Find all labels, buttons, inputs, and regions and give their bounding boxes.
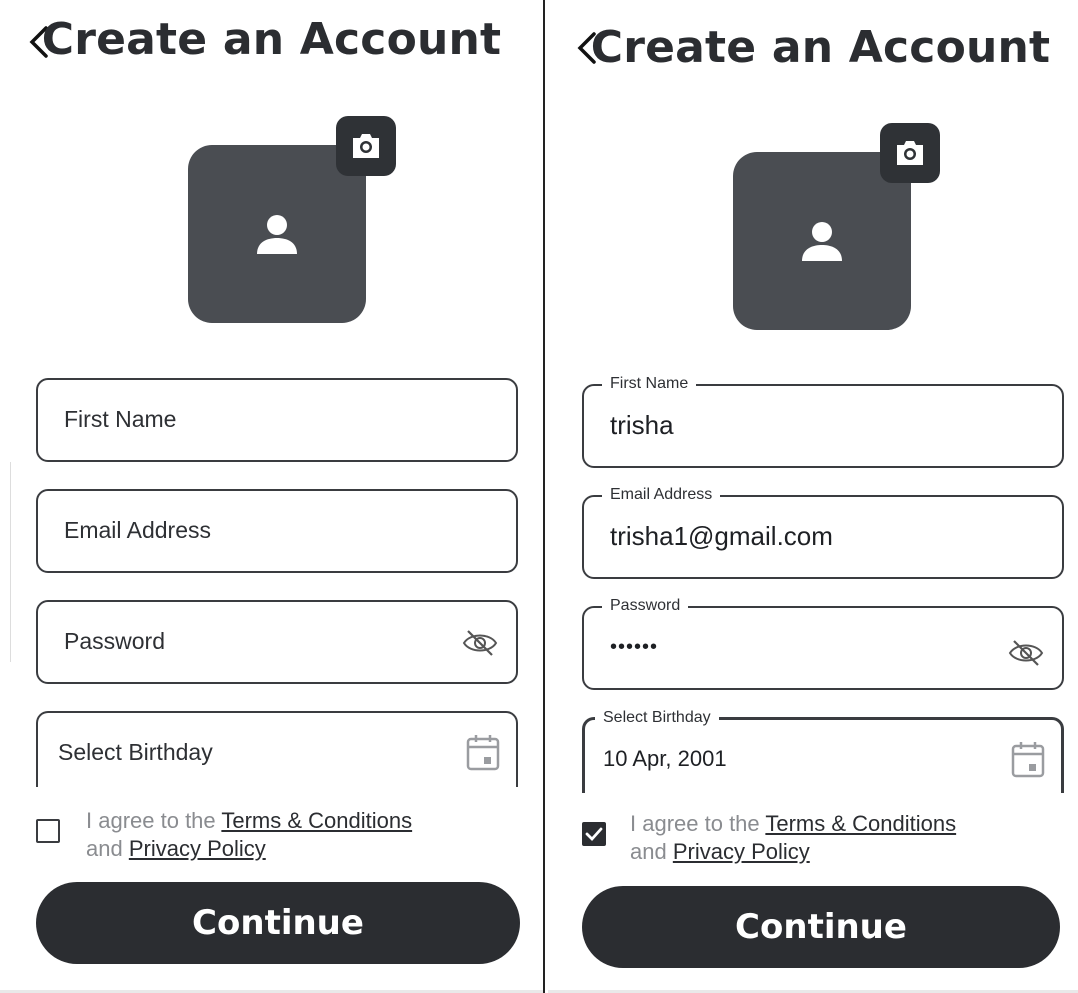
camera-button[interactable] <box>336 116 396 176</box>
first-name-value: trisha <box>610 410 674 440</box>
first-name-field[interactable]: First Name trisha <box>582 374 1064 468</box>
agree-prefix: I agree to the <box>86 808 222 833</box>
email-placeholder: Email Address <box>64 517 212 543</box>
terms-link[interactable]: Terms & Conditions <box>221 808 412 833</box>
birthday-placeholder: Select Birthday <box>58 739 213 765</box>
camera-button[interactable] <box>880 123 940 183</box>
first-name-field[interactable]: First Name <box>36 378 518 462</box>
agree-checkbox[interactable] <box>36 819 60 843</box>
birthday-field[interactable]: Select Birthday <box>36 711 518 787</box>
continue-button[interactable]: Continue <box>36 882 520 964</box>
agree-middle: and <box>86 836 129 861</box>
email-value: trisha1@gmail.com <box>610 521 833 551</box>
terms-link[interactable]: Terms & Conditions <box>765 811 956 836</box>
birthday-field[interactable]: Select Birthday 10 Apr, 2001 <box>582 708 1064 793</box>
password-value: •••••• <box>610 636 659 658</box>
password-placeholder: Password <box>64 628 165 654</box>
eye-off-icon[interactable] <box>1008 638 1044 673</box>
screen-filled-form: Create an Account First Name trisha Emai… <box>548 0 1078 993</box>
checkmark-icon <box>585 827 603 842</box>
screen-empty-form: Create an Account First Name Email Addre… <box>0 0 545 993</box>
page-title: Create an Account <box>41 14 502 65</box>
email-field[interactable]: Email Address <box>36 489 518 573</box>
camera-icon <box>897 141 923 165</box>
calendar-icon[interactable] <box>466 733 500 776</box>
first-name-placeholder: First Name <box>64 406 177 432</box>
agree-checkbox[interactable] <box>582 822 606 846</box>
first-name-label: First Name <box>602 374 697 394</box>
agree-prefix: I agree to the <box>630 811 766 836</box>
privacy-link[interactable]: Privacy Policy <box>673 839 810 864</box>
password-label: Password <box>602 596 689 616</box>
birthday-value: 10 Apr, 2001 <box>603 746 727 771</box>
edge-divider <box>10 462 17 662</box>
password-field[interactable]: Password <box>36 600 518 684</box>
agree-text: I agree to the Terms & Conditions and Pr… <box>630 810 1050 866</box>
agree-text: I agree to the Terms & Conditions and Pr… <box>86 807 506 863</box>
email-label: Email Address <box>602 485 721 505</box>
page-title: Create an Account <box>590 22 1051 73</box>
privacy-link[interactable]: Privacy Policy <box>129 836 266 861</box>
agree-middle: and <box>630 839 673 864</box>
email-field[interactable]: Email Address trisha1@gmail.com <box>582 485 1064 579</box>
birthday-label: Select Birthday <box>595 708 719 728</box>
eye-off-icon[interactable] <box>462 628 498 663</box>
camera-icon <box>353 134 379 158</box>
continue-button[interactable]: Continue <box>582 886 1060 968</box>
password-field[interactable]: Password •••••• <box>582 596 1064 690</box>
person-icon <box>257 215 297 254</box>
person-icon <box>802 222 842 261</box>
calendar-icon[interactable] <box>1011 740 1045 783</box>
